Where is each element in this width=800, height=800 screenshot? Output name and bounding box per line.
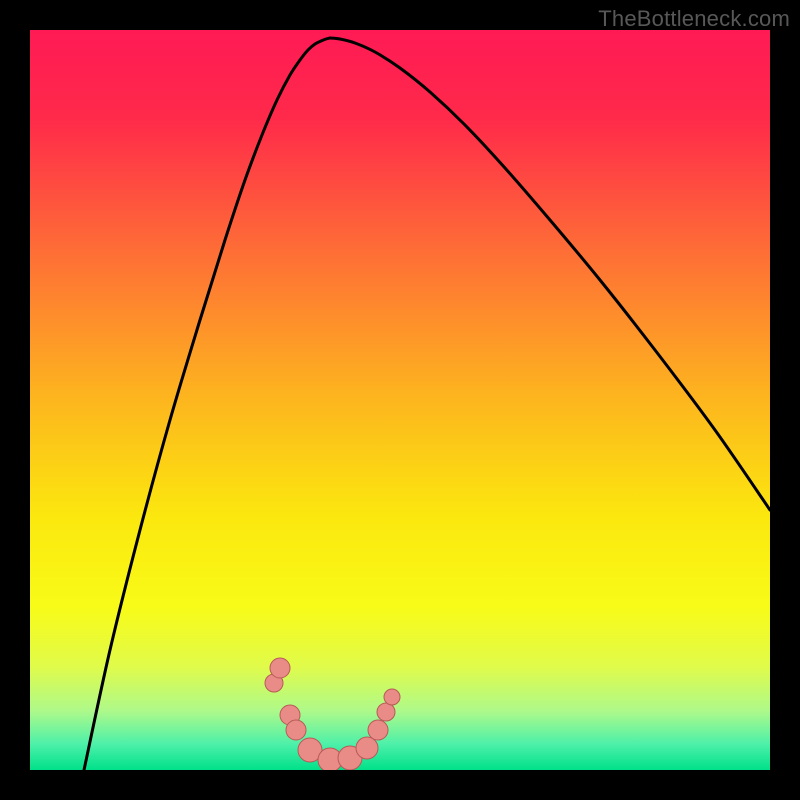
marker-dot [286,720,306,740]
outer-frame: TheBottleneck.com [0,0,800,800]
marker-dot [384,689,400,705]
marker-dot [377,703,395,721]
attribution-watermark: TheBottleneck.com [598,6,790,32]
chart-canvas [30,30,770,770]
marker-dot [270,658,290,678]
marker-dot [356,737,378,759]
gradient-background [30,30,770,770]
plot-area [30,30,770,770]
marker-dot [368,720,388,740]
